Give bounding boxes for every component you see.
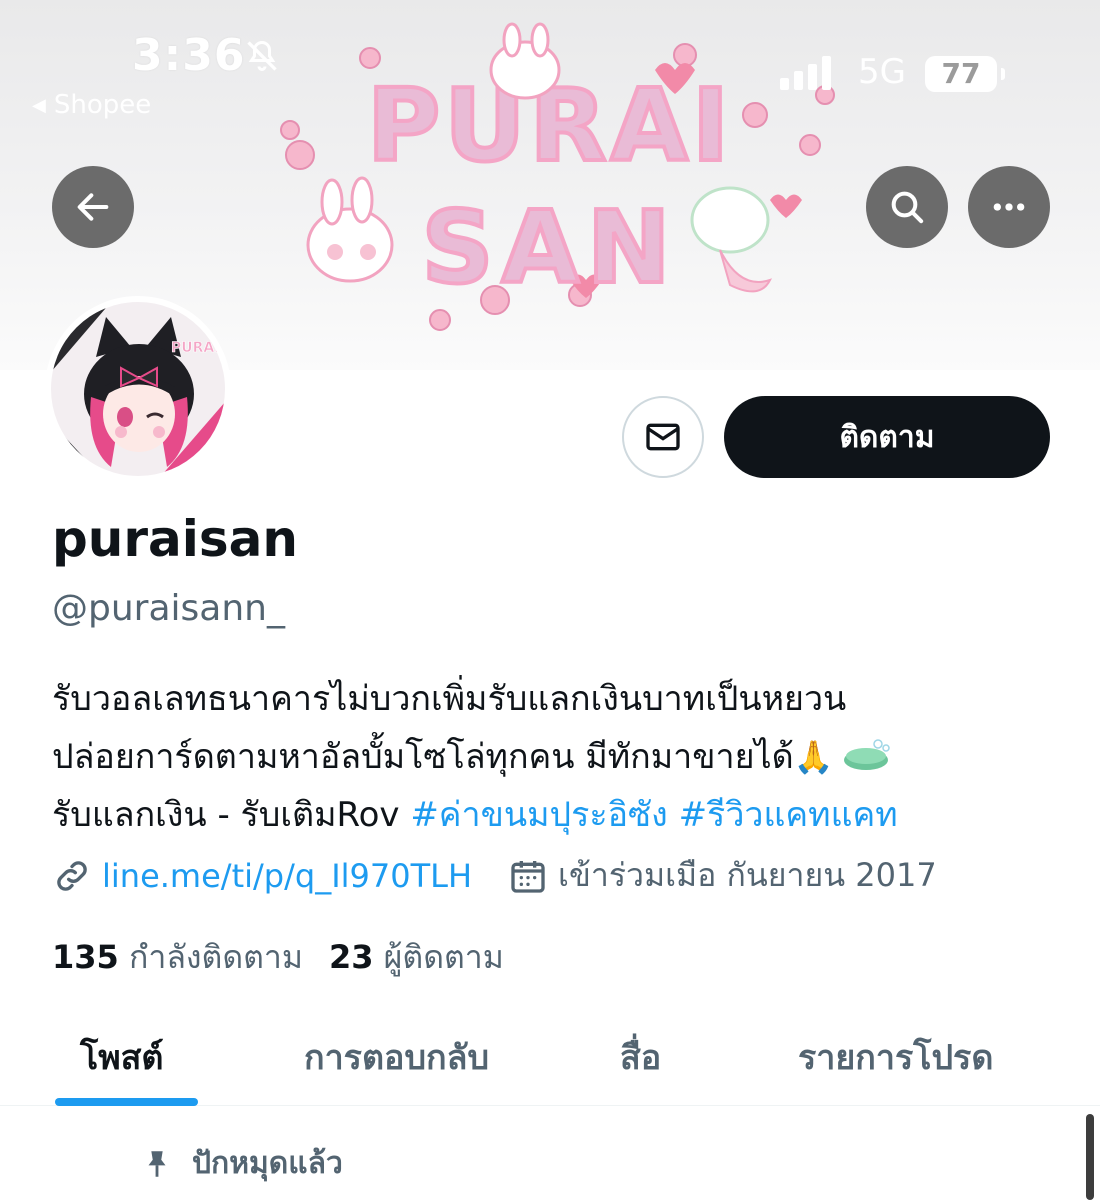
- avatar[interactable]: PURAI SAN: [45, 296, 231, 482]
- back-to-app-link[interactable]: ◀ Shopee: [32, 90, 151, 120]
- status-time: 3:36: [132, 30, 246, 81]
- calendar-icon: [511, 860, 545, 893]
- signal-icon: [780, 56, 831, 90]
- joined-date: เข้าร่วมเมือ กันยายน 2017: [558, 856, 937, 894]
- banner-artwork: PURAI SAN: [280, 22, 835, 331]
- bio-line-2: ปล่อยการ์ดตามหาอัลบั้มโซโล่ทุกคน มีทักมา…: [52, 728, 1052, 786]
- back-app-label: Shopee: [53, 90, 152, 120]
- pinned-label: ปักหมุดแล้ว: [192, 1146, 343, 1181]
- more-icon: [993, 203, 1025, 211]
- display-name: puraisan: [52, 510, 299, 568]
- battery-icon: 77: [925, 56, 1005, 92]
- banner-title-line2: SAN: [421, 189, 678, 306]
- link-icon: [57, 860, 87, 891]
- mail-icon: [646, 423, 680, 451]
- pin-icon: [148, 1150, 166, 1177]
- following-label: กำลังติดตาม: [128, 938, 303, 976]
- profile-meta: line.me/ti/p/q_Il970TLH เข้าร่วมเมือ กัน…: [52, 850, 937, 901]
- tab-likes[interactable]: รายการโปรด: [798, 1030, 993, 1084]
- tab-media[interactable]: สื่อ: [620, 1030, 661, 1084]
- scrollbar[interactable]: [1086, 1114, 1094, 1200]
- active-tab-indicator: [55, 1098, 198, 1106]
- tab-replies[interactable]: การตอบกลับ: [304, 1030, 489, 1084]
- follow-stats: 135 กำลังติดตาม 23 ผู้ติดตาม: [52, 932, 504, 983]
- back-button[interactable]: [52, 166, 134, 248]
- more-button[interactable]: [968, 166, 1050, 248]
- bio-line-3: รับแลกเงิน - รับเติมRov #ค่าขนมปุระอิซัง…: [52, 786, 1052, 844]
- profile-bio: รับวอลเลทธนาคารไม่บวกเพิ่มรับแลกเงินบาทเ…: [52, 670, 1052, 844]
- tab-posts[interactable]: โพสต์: [80, 1030, 164, 1084]
- pinned-label-row: ปักหมุดแล้ว: [140, 1140, 343, 1187]
- followers-link[interactable]: 23 ผู้ติดตาม: [329, 938, 504, 976]
- search-button[interactable]: [866, 166, 948, 248]
- follow-button[interactable]: ติดตาม: [724, 396, 1050, 478]
- profile-website-link[interactable]: line.me/ti/p/q_Il970TLH: [102, 857, 472, 895]
- bell-off-icon: [247, 40, 277, 71]
- soap-icon: [843, 739, 890, 770]
- following-count: 135: [52, 938, 119, 976]
- bio-line-2-text: ปล่อยการ์ดตามหาอัลบั้มโซโล่ทุกคน มีทักมา…: [52, 737, 794, 777]
- hashtag-link[interactable]: #ค่าขนมปุระอิซัง: [410, 795, 667, 835]
- bunny-character-top: [489, 22, 561, 100]
- avatar-image: PURAI SAN: [51, 302, 225, 476]
- bunny-character: [306, 176, 394, 283]
- pray-emoji: 🙏: [793, 738, 834, 776]
- arrow-left-icon: [77, 193, 109, 221]
- bio-line-1: รับวอลเลทธนาคารไม่บวกเพิ่มรับแลกเงินบาทเ…: [52, 679, 847, 719]
- avatar-badge-text: PURAI SAN: [171, 340, 225, 356]
- network-label: 5G: [858, 52, 906, 92]
- followers-count: 23: [328, 938, 374, 976]
- search-icon: [891, 191, 924, 224]
- following-link[interactable]: 135 กำลังติดตาม: [52, 938, 303, 976]
- bio-line-3-text: รับแลกเงิน - รับเติมRov: [52, 795, 411, 835]
- frog-character: [690, 186, 772, 293]
- message-button[interactable]: [622, 396, 704, 478]
- user-handle: @puraisann_: [52, 588, 285, 629]
- back-triangle-icon: ◀: [32, 95, 46, 116]
- followers-label: ผู้ติดตาม: [383, 938, 504, 976]
- profile-tabs: โพสต์ การตอบกลับ สื่อ รายการโปรด: [0, 1006, 1100, 1106]
- hashtag-link[interactable]: #รีวิวแคทแคท: [679, 795, 898, 835]
